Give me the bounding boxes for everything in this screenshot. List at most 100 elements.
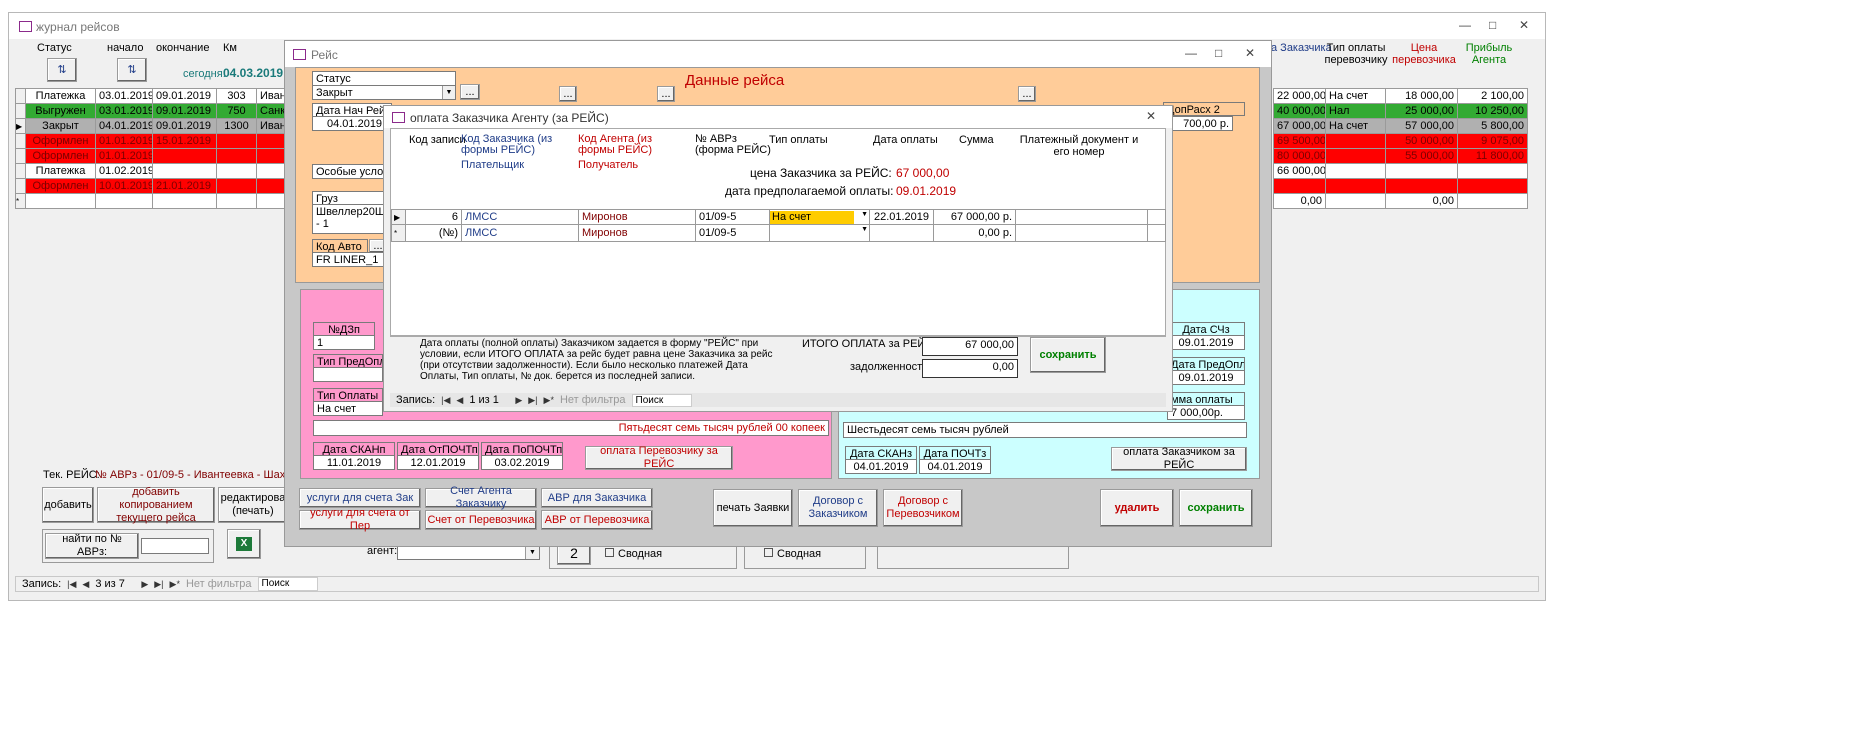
cell-pay-type[interactable]: На счет <box>1325 88 1386 104</box>
services-client-button[interactable]: услуги для счета Зак <box>299 488 421 508</box>
cell-pay-type[interactable] <box>1325 163 1386 179</box>
maximize-icon[interactable]: □ <box>1489 19 1496 31</box>
cell-profit[interactable] <box>1457 193 1528 209</box>
cell-status[interactable]: Платежка <box>25 88 96 104</box>
cell-client-amount[interactable]: 40 000,00 <box>1273 103 1326 119</box>
close-icon[interactable]: ✕ <box>1245 47 1255 59</box>
cell-client-amount[interactable]: 67 000,00 <box>1273 118 1326 134</box>
cell-pay-type[interactable] <box>1325 178 1386 194</box>
cell-profit[interactable]: 10 250,00 <box>1457 103 1528 119</box>
table-row[interactable]: 22 000,00 На счет 18 000,00 2 100,00 <box>1273 88 1528 104</box>
row-selector[interactable] <box>15 88 26 104</box>
cell-client-amount[interactable]: 80 000,00 <box>1273 148 1326 164</box>
cell-carrier-price[interactable]: 50 000,00 <box>1385 133 1458 149</box>
otpocht-p-field[interactable]: 12.01.2019 <box>397 455 479 470</box>
cell-sum[interactable]: 0,00 р. <box>933 224 1016 242</box>
agent-invoice-button[interactable]: Счет Агента Заказчику <box>425 485 537 510</box>
cell-pay-type[interactable]: Нал <box>1325 103 1386 119</box>
cell-start[interactable]: 03.01.2019 <box>95 88 153 104</box>
svodnaya-checkbox-2[interactable]: Сводная <box>764 548 821 560</box>
table-row[interactable]: ▶Закрыт04.01.201909.01.20191300Ивант <box>15 118 286 134</box>
row-selector[interactable]: ▶ <box>15 118 26 134</box>
cell-id[interactable]: (№) <box>405 224 462 242</box>
pred-payment-type-field[interactable] <box>313 367 383 382</box>
cell-driver[interactable] <box>256 163 286 179</box>
avr-carrier-button[interactable]: АВР от Перевозчика <box>541 510 653 530</box>
services-carrier-button[interactable]: услуги для счета от Пер <box>299 507 421 532</box>
cell-driver[interactable]: Ивант <box>256 118 286 134</box>
row-selector[interactable]: * <box>391 224 406 242</box>
table-row[interactable]: * (№) ЛМСС Миронов 01/09-5 ▼ 0,00 р. <box>391 224 1166 242</box>
last-record-icon[interactable]: ▶| <box>528 395 537 406</box>
filter-status[interactable]: Нет фильтра <box>186 578 252 590</box>
avr-client-button[interactable]: АВР для Заказчика <box>541 488 653 508</box>
add-button[interactable]: добавить <box>42 487 94 523</box>
cell-km[interactable] <box>216 178 257 194</box>
new-record-icon[interactable]: ▶* <box>170 579 180 590</box>
cell-agent[interactable]: Миронов <box>578 209 696 225</box>
cell-client-amount[interactable] <box>1273 178 1326 194</box>
last-record-icon[interactable]: ▶| <box>154 579 163 590</box>
cell-driver[interactable] <box>256 193 286 209</box>
scan-p-field[interactable]: 11.01.2019 <box>313 455 395 470</box>
search-input[interactable]: Поиск <box>631 393 692 407</box>
cell-pay-type[interactable]: ▼ <box>769 224 870 242</box>
cell-client-amount[interactable]: 0,00 <box>1273 193 1326 209</box>
cell-start[interactable]: 01.02.2019 <box>95 163 153 179</box>
agent-select[interactable]: ▼ <box>397 545 540 560</box>
cell-driver[interactable]: Санкт- <box>256 103 286 119</box>
cell-client-amount[interactable]: 22 000,00 <box>1273 88 1326 104</box>
table-row[interactable]: 67 000,00 На счет 57 000,00 5 800,00 <box>1273 118 1528 134</box>
cell-end[interactable] <box>152 193 217 209</box>
row-selector[interactable]: * <box>15 193 26 209</box>
payments-table[interactable]: ▶ 6 ЛМСС Миронов 01/09-5 На счет ▼ 22.01.2019 67… <box>391 209 1166 242</box>
cell-carrier-price[interactable]: 25 000,00 <box>1385 103 1458 119</box>
cell-start[interactable] <box>95 193 153 209</box>
cell-start[interactable]: 10.01.2019 <box>95 178 153 194</box>
cell-pay-type[interactable] <box>1325 148 1386 164</box>
debt-field[interactable]: 0,00 <box>922 359 1018 378</box>
cell-carrier-price[interactable]: 55 000,00 <box>1385 148 1458 164</box>
more-button-4[interactable]: ... <box>1018 86 1036 102</box>
search-input[interactable]: Поиск <box>257 577 318 591</box>
cell-driver[interactable] <box>256 148 286 164</box>
date-start-field[interactable]: 04.01.2019 <box>312 116 392 131</box>
table-row[interactable]: 80 000,00 55 000,00 11 800,00 <box>1273 148 1528 164</box>
cell-end[interactable]: 09.01.2019 <box>152 103 217 119</box>
pay-client-button[interactable]: оплата Заказчиком за РЕЙС <box>1111 446 1247 471</box>
dop-expense-field[interactable]: 700,00 р. <box>1163 116 1233 131</box>
invoice-date-field[interactable]: 09.01.2019 <box>1167 335 1245 350</box>
cell-end[interactable] <box>152 163 217 179</box>
print-order-button[interactable]: печать Заявки <box>713 489 793 527</box>
maximize-icon[interactable]: □ <box>1215 47 1222 59</box>
edit-print-button[interactable]: редактирова (печать) <box>218 487 288 523</box>
pay-sum-field[interactable]: 7 000,00р. <box>1167 405 1245 420</box>
cell-status[interactable] <box>25 193 96 209</box>
delete-button[interactable]: удалить <box>1100 489 1174 527</box>
sort-start-button[interactable]: ⇅ <box>117 58 147 82</box>
cell-end[interactable] <box>152 148 217 164</box>
cell-doc[interactable] <box>1015 224 1148 242</box>
pocht-z-field[interactable]: 04.01.2019 <box>919 459 991 474</box>
minimize-icon[interactable]: — <box>1185 47 1197 59</box>
save-button[interactable]: сохранить <box>1179 489 1253 527</box>
chevron-down-icon[interactable]: ▼ <box>861 211 868 218</box>
table-row[interactable]: * <box>15 193 286 209</box>
cell-end[interactable]: 09.01.2019 <box>152 118 217 134</box>
auto-code-field[interactable]: FR LINER_1 <box>312 252 392 267</box>
cell-profit[interactable] <box>1457 178 1528 194</box>
cell-status[interactable]: Оформлен <box>25 148 96 164</box>
cell-status[interactable]: Оформлен <box>25 178 96 194</box>
cell-start[interactable]: 01.01.2019 <box>95 148 153 164</box>
cell-profit[interactable]: 2 100,00 <box>1457 88 1528 104</box>
table-row[interactable]: Оформлен 10.01.2019 21.01.2019 <box>15 178 286 194</box>
table-row[interactable]: Оформлен 01.01.2019 15.01.2019 <box>15 133 286 149</box>
cell-status[interactable]: Платежка <box>25 163 96 179</box>
scan-z-field[interactable]: 04.01.2019 <box>845 459 917 474</box>
cell-carrier-price[interactable]: 0,00 <box>1385 193 1458 209</box>
cell-km[interactable]: 303 <box>216 88 257 104</box>
cell-agent[interactable]: Миронов <box>578 224 696 242</box>
cell-km[interactable] <box>216 133 257 149</box>
pay-carrier-button[interactable]: оплата Перевозчику за РЕЙС <box>585 445 733 470</box>
table-row[interactable]: Платежка03.01.201909.01.2019303Ивант <box>15 88 286 104</box>
